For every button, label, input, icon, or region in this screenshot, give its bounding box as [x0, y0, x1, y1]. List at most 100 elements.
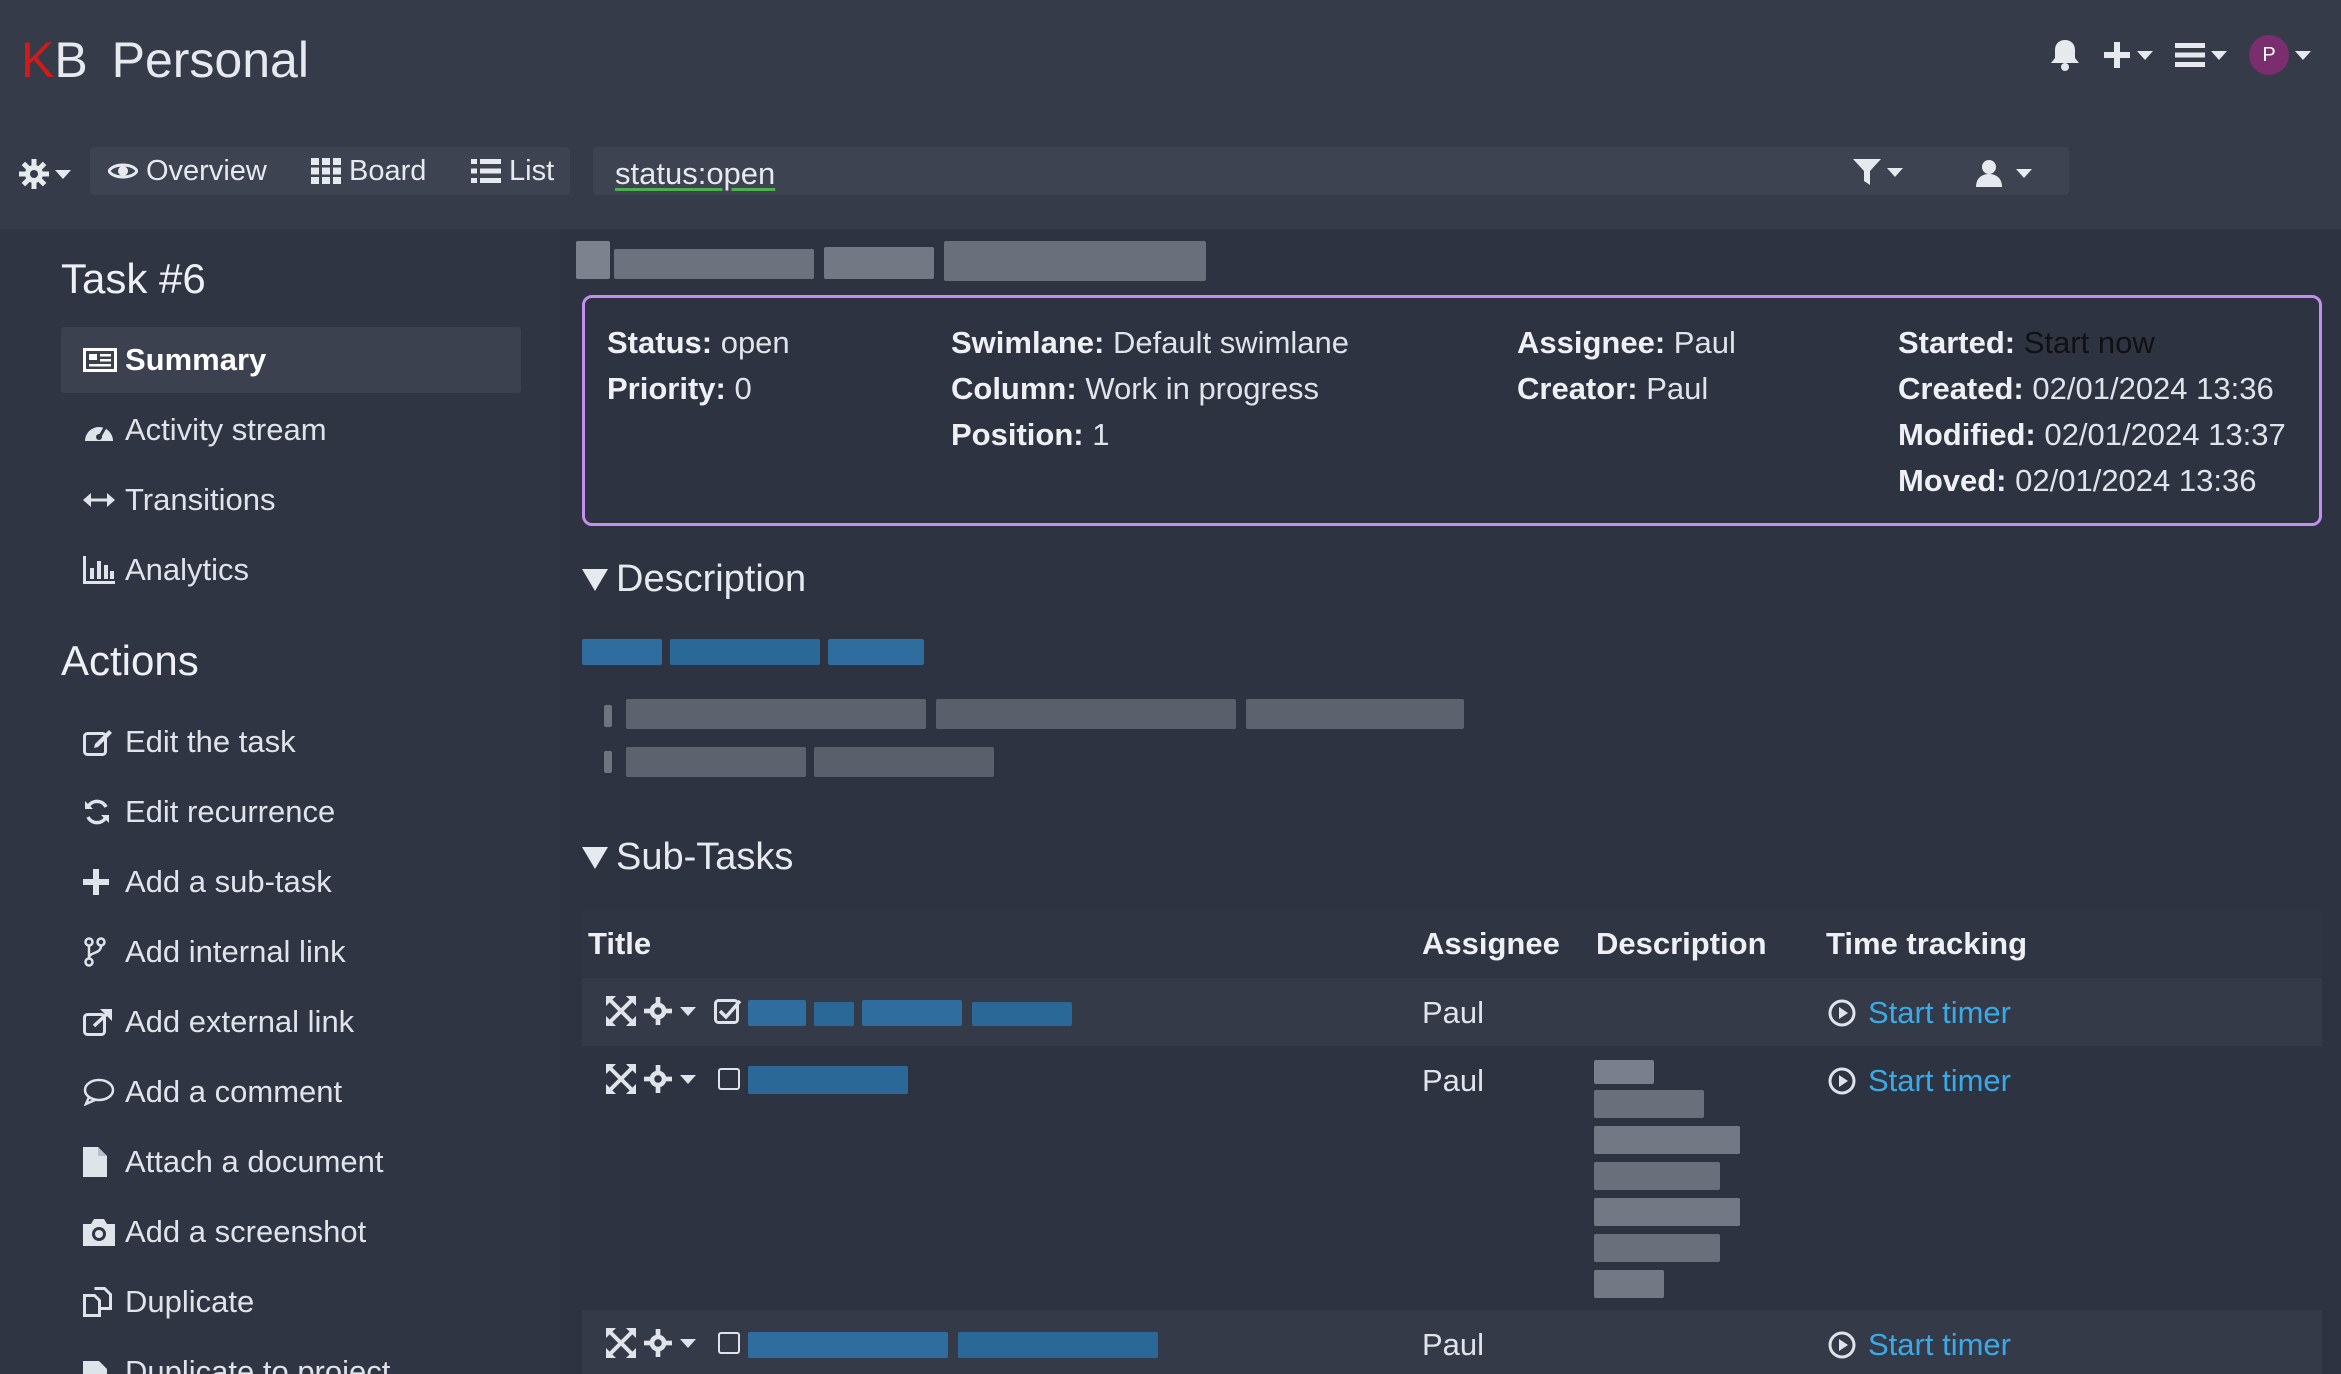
gear-icon[interactable] — [644, 1065, 672, 1093]
action-label: Add a sub-task — [125, 864, 332, 899]
logo-k: K — [21, 32, 55, 88]
checkbox[interactable] — [718, 1332, 740, 1354]
caret-down-icon — [582, 568, 608, 591]
chevron-down-icon — [680, 1074, 696, 1084]
sidebar: Task #6 Summary Activity stream Transiti… — [0, 229, 560, 1374]
bars-icon — [2175, 43, 2205, 67]
external-link-icon — [83, 1008, 119, 1036]
moved-label: Moved: — [1898, 463, 2007, 498]
play-circle-icon — [1828, 1067, 1856, 1095]
checkbox[interactable] — [718, 1068, 740, 1090]
action-attach-document[interactable]: Attach a document — [61, 1129, 521, 1195]
start-timer-link[interactable]: Start timer — [1828, 1063, 2011, 1099]
start-timer-link[interactable]: Start timer — [1828, 995, 2011, 1031]
arrows-alt-icon[interactable] — [606, 1064, 636, 1094]
filter-icon — [1853, 159, 1881, 185]
sidebar-item-summary[interactable]: Summary — [61, 327, 521, 393]
logo-b: B — [54, 32, 88, 88]
subtasks-table: Title Assignee Description Time tracking… — [582, 910, 2322, 1374]
creator-label: Creator: — [1517, 371, 1638, 406]
camera-icon — [83, 1218, 119, 1246]
task-summary-box: Status: open Priority: 0 Swimlane: Defau… — [582, 295, 2322, 526]
row-actions — [606, 1328, 740, 1358]
file-icon — [83, 1147, 119, 1177]
chevron-down-icon — [2016, 168, 2032, 178]
description-toggle[interactable]: Description — [582, 558, 806, 601]
search-input[interactable]: status:open — [615, 156, 775, 192]
action-add-subtask[interactable]: Add a sub-task — [61, 849, 521, 915]
eye-icon — [108, 163, 138, 179]
row-actions — [606, 996, 744, 1026]
start-now-link[interactable]: Start now — [2024, 325, 2155, 360]
user-dropdown[interactable]: P — [2249, 35, 2311, 75]
dashboard-icon — [83, 417, 119, 443]
filter-dropdown[interactable] — [1853, 159, 1903, 185]
column-value: Work in progress — [1085, 371, 1320, 406]
bell-icon[interactable] — [2049, 38, 2081, 72]
project-title: Personal — [111, 32, 309, 88]
column-header-description: Description — [1596, 926, 1767, 961]
menu-dropdown[interactable] — [2175, 42, 2227, 68]
action-add-internal-link[interactable]: Add internal link — [61, 919, 521, 985]
column-label: Column: — [951, 371, 1077, 406]
gear-icon[interactable] — [644, 1329, 672, 1357]
nav-list[interactable]: List — [471, 147, 554, 195]
action-duplicate[interactable]: Duplicate — [61, 1269, 521, 1335]
user-icon — [1976, 160, 2002, 187]
user-filter-dropdown[interactable] — [1976, 159, 2032, 187]
edit-icon — [83, 728, 119, 756]
top-icons: P — [2049, 35, 2311, 75]
column-header-title: Title — [588, 926, 652, 961]
start-timer-label: Start timer — [1868, 995, 2011, 1030]
summary-col-1: Status: open Priority: 0 — [607, 320, 790, 412]
plus-icon — [2104, 42, 2130, 68]
action-add-comment[interactable]: Add a comment — [61, 1059, 521, 1125]
app-logo[interactable]: KB Personal — [21, 30, 309, 90]
caret-down-icon — [582, 846, 608, 869]
subtasks-toggle[interactable]: Sub-Tasks — [582, 836, 793, 879]
sidebar-item-analytics[interactable]: Analytics — [61, 537, 521, 603]
actions-heading: Actions — [61, 637, 199, 684]
chevron-down-icon — [680, 1006, 696, 1016]
moved-value: 02/01/2024 13:36 — [2015, 463, 2257, 498]
nav-overview[interactable]: Overview — [108, 147, 267, 195]
sidebar-item-label: Activity stream — [125, 412, 327, 447]
description-heading: Description — [616, 558, 807, 600]
action-label: Add internal link — [125, 934, 346, 969]
project-settings-dropdown[interactable] — [19, 159, 71, 189]
gear-icon — [19, 159, 49, 189]
task-title-blurred — [576, 237, 1206, 281]
sidebar-item-transitions[interactable]: Transitions — [61, 467, 521, 533]
modified-value: 02/01/2024 13:37 — [2044, 417, 2286, 452]
sidebar-item-label: Analytics — [125, 552, 250, 587]
action-add-external-link[interactable]: Add external link — [61, 989, 521, 1055]
task-heading: Task #6 — [61, 255, 206, 302]
row-actions — [606, 1064, 740, 1094]
summary-col-2: Swimlane: Default swimlane Column: Work … — [951, 320, 1349, 458]
created-value: 02/01/2024 13:36 — [2032, 371, 2274, 406]
column-header-time-tracking: Time tracking — [1826, 926, 2028, 961]
column-header-assignee: Assignee — [1422, 926, 1560, 961]
grid-icon — [311, 158, 341, 184]
sidebar-item-label: Summary — [125, 342, 267, 377]
action-duplicate-to-project[interactable]: Duplicate to project — [61, 1339, 521, 1374]
action-label: Add external link — [125, 1004, 355, 1039]
start-timer-link[interactable]: Start timer — [1828, 1327, 2011, 1363]
plus-dropdown[interactable] — [2103, 41, 2153, 69]
code-fork-icon — [83, 937, 119, 967]
arrows-alt-icon[interactable] — [606, 996, 636, 1026]
files-icon — [83, 1287, 119, 1317]
arrows-alt-icon[interactable] — [606, 1328, 636, 1358]
chevron-down-icon — [1887, 167, 1903, 177]
nav-board[interactable]: Board — [311, 147, 426, 195]
action-edit-recurrence[interactable]: Edit recurrence — [61, 779, 521, 845]
action-add-screenshot[interactable]: Add a screenshot — [61, 1199, 521, 1265]
sidebar-item-activity-stream[interactable]: Activity stream — [61, 397, 521, 463]
action-edit-task[interactable]: Edit the task — [61, 709, 521, 775]
play-circle-icon — [1828, 1331, 1856, 1359]
gear-icon[interactable] — [644, 997, 672, 1025]
priority-value: 0 — [734, 371, 752, 406]
chevron-down-icon — [2211, 50, 2227, 60]
comment-icon — [83, 1078, 119, 1106]
checked-checkbox-icon[interactable] — [714, 997, 744, 1025]
